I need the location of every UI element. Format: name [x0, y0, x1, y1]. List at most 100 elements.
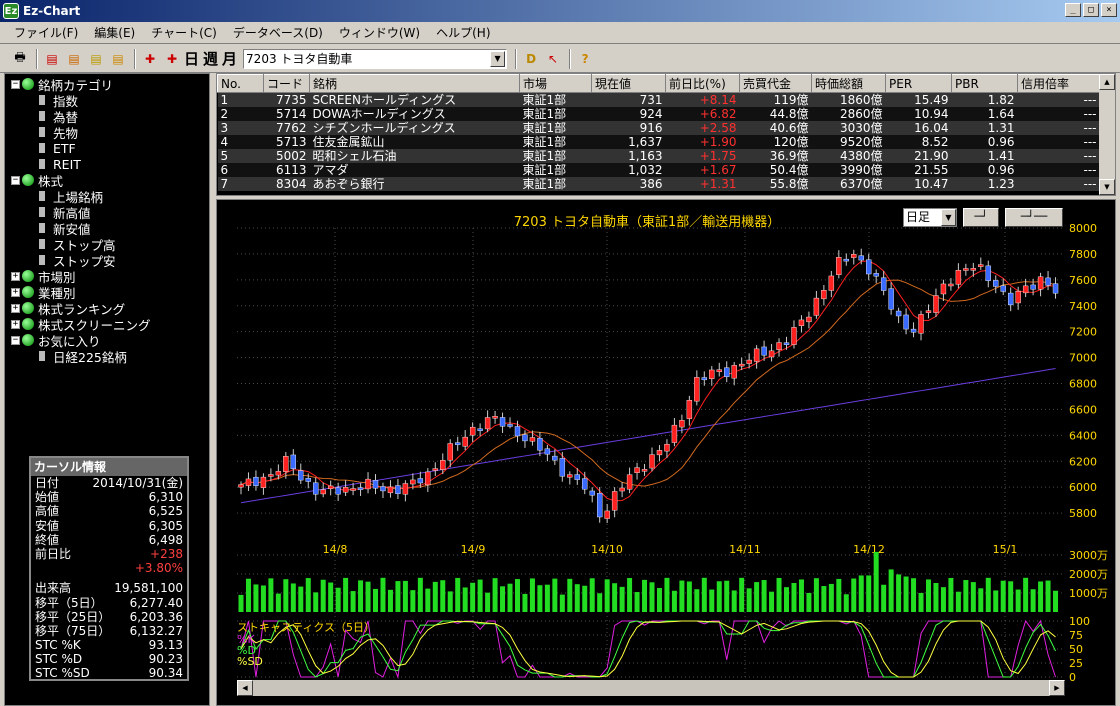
- candle-body: [836, 257, 842, 275]
- column-header[interactable]: コード: [263, 74, 310, 93]
- doc-orange-icon[interactable]: ▤: [64, 49, 84, 69]
- prev-candle-icon[interactable]: ✚: [140, 49, 160, 69]
- chevron-down-icon[interactable]: ▼: [490, 50, 506, 67]
- column-header[interactable]: PBR: [951, 74, 1018, 93]
- candle-body: [544, 448, 551, 455]
- tree-item[interactable]: ETF: [5, 140, 209, 156]
- table-cell: +1.67: [665, 163, 740, 177]
- weekly-button[interactable]: 週: [203, 48, 218, 69]
- leaf-icon: [39, 143, 45, 153]
- tree-item[interactable]: ストップ安: [5, 252, 209, 269]
- scroll-up-icon[interactable]: ▲: [1099, 74, 1115, 90]
- doc-red-icon[interactable]: ▤: [42, 49, 62, 69]
- cursor-tool-icon[interactable]: ↖: [543, 49, 563, 69]
- scroll-right-icon[interactable]: ▶: [1049, 680, 1065, 696]
- db-tool-icon[interactable]: D: [521, 49, 541, 69]
- table-cell: 東証1部: [519, 163, 592, 177]
- tree-item[interactable]: 為替: [5, 108, 209, 125]
- table-row[interactable]: 6 6113 アマダ 東証1部 1,032 +1.67 50.4億 3990億 21.55 0.9…: [217, 163, 1100, 177]
- column-header[interactable]: 売買代金: [739, 74, 812, 93]
- column-header[interactable]: 銘柄: [309, 74, 520, 93]
- chart-hscrollbar[interactable]: ◀ ▶: [237, 680, 1065, 696]
- volume-bar: [425, 588, 431, 612]
- expand-icon[interactable]: +: [11, 303, 20, 313]
- tree-item[interactable]: − 銘柄カテゴリ: [5, 76, 209, 93]
- column-header[interactable]: 市場: [519, 74, 592, 93]
- table-row[interactable]: 2 5714 DOWAホールディングス 東証1部 924 +6.82 44.8億 2860億 1…: [217, 107, 1100, 121]
- collapse-icon[interactable]: −: [11, 175, 20, 185]
- stock-select[interactable]: 7203 トヨタ自動車 ▼: [243, 48, 508, 69]
- doc-yellow-icon[interactable]: ▤: [86, 49, 106, 69]
- print-icon[interactable]: 🖶: [10, 49, 30, 69]
- minimize-button[interactable]: _: [1065, 3, 1081, 17]
- candle-body: [522, 434, 528, 442]
- leaf-icon: [39, 255, 45, 265]
- close-button[interactable]: ×: [1101, 3, 1117, 17]
- candle-body: [253, 476, 259, 486]
- help-icon[interactable]: ?: [575, 49, 595, 69]
- chart-area[interactable]: 5800 6000 6200 6400 6600 6800 7000 7200 7400 7600…: [216, 199, 1116, 706]
- volume-bar: [238, 594, 244, 612]
- column-header[interactable]: 現在値: [591, 74, 666, 93]
- tree-item[interactable]: + 市場別: [5, 268, 209, 285]
- volume-bar: [948, 577, 954, 612]
- stoch-tick-label: 0: [1069, 671, 1076, 684]
- menu-chart[interactable]: チャート(C): [143, 24, 225, 41]
- expand-icon[interactable]: +: [11, 287, 20, 297]
- column-header[interactable]: No.: [217, 74, 264, 93]
- menu-edit[interactable]: 編集(E): [86, 24, 143, 41]
- cursor-info-key: STC %SD: [35, 666, 90, 681]
- collapse-icon[interactable]: −: [11, 335, 20, 345]
- column-header[interactable]: 時価総額: [811, 74, 886, 93]
- menu-file[interactable]: ファイル(F): [6, 24, 86, 41]
- globe-icon: [22, 174, 34, 186]
- expand-icon[interactable]: +: [11, 319, 20, 329]
- candle-body: [753, 348, 760, 362]
- scroll-down-icon[interactable]: ▼: [1099, 179, 1115, 195]
- candle-body: [507, 424, 513, 427]
- next-candle-icon[interactable]: ✚: [162, 49, 182, 69]
- y-tick-label: 5800: [1069, 507, 1097, 520]
- scroll-left-icon[interactable]: ◀: [237, 680, 253, 696]
- tree-item[interactable]: 新高値: [5, 204, 209, 221]
- table-cell: 5714: [263, 107, 310, 121]
- menu-database[interactable]: データベース(D): [225, 24, 331, 41]
- maximize-button[interactable]: □: [1083, 3, 1099, 17]
- column-header[interactable]: 前日比(%): [665, 74, 740, 93]
- table-row[interactable]: 3 7762 シチズンホールディングス 東証1部 916 +2.58 40.6億 3030億 1…: [217, 121, 1100, 135]
- table-row[interactable]: 5 5002 昭和シェル石油 東証1部 1,163 +1.75 36.9億 4380億 21.9…: [217, 149, 1100, 163]
- tree-item[interactable]: − 株式: [5, 172, 209, 189]
- tree-item[interactable]: 上場銘柄: [5, 188, 209, 205]
- doc-gold-icon[interactable]: ▤: [108, 49, 128, 69]
- chevron-down-icon[interactable]: ▼: [941, 209, 956, 226]
- volume-bar: [694, 589, 700, 612]
- tree-item[interactable]: + 株式スクリーニング: [5, 316, 209, 333]
- monthly-button[interactable]: 月: [222, 48, 237, 69]
- expand-icon[interactable]: +: [11, 271, 20, 281]
- cursor-info-key: 終値: [35, 532, 60, 547]
- volume-bar: [1015, 589, 1021, 612]
- zoom-out-button[interactable]: ─┘──: [1005, 208, 1063, 227]
- table-cell: 2: [217, 107, 264, 121]
- tree-item[interactable]: 日経225銘柄: [5, 348, 209, 365]
- volume-bar: [290, 583, 296, 612]
- column-header[interactable]: PER: [885, 74, 952, 93]
- table-row[interactable]: 7 8304 あおぞら銀行 東証1部 386 +1.31 55.8億 6370億 10.47 1.…: [217, 177, 1100, 191]
- table-scrollbar[interactable]: ▲ ▼: [1099, 74, 1115, 195]
- column-header[interactable]: 信用倍率: [1017, 74, 1100, 93]
- daily-button[interactable]: 日: [184, 48, 199, 69]
- collapse-icon[interactable]: −: [11, 79, 20, 89]
- menu-help[interactable]: ヘルプ(H): [428, 24, 498, 41]
- candle-body: [903, 314, 909, 330]
- tree-item[interactable]: REIT: [5, 156, 209, 172]
- category-tree: − 銘柄カテゴリ 指数 為替 先物 ETF REIT − 株式 上場銘柄 新高値 新安値 ストップ高 スト…: [5, 74, 209, 365]
- tree-item[interactable]: 指数: [5, 92, 209, 109]
- volume-bar: [582, 585, 588, 612]
- zoom-in-button[interactable]: ─┘: [963, 208, 999, 227]
- table-row[interactable]: 4 5713 住友金属鉱山 東証1部 1,637 +1.90 120億 9520億 8.52 0.…: [217, 135, 1100, 149]
- period-select[interactable]: 日足 ▼: [903, 208, 957, 227]
- tree-item[interactable]: 先物: [5, 124, 209, 141]
- price-chart[interactable]: 5800 6000 6200 6400 6600 6800 7000 7200 7400 7600…: [217, 200, 1115, 705]
- menu-window[interactable]: ウィンドウ(W): [331, 24, 428, 41]
- table-row[interactable]: 1 7735 SCREENホールディングス 東証1部 731 +8.14 119億 1860億…: [217, 92, 1100, 107]
